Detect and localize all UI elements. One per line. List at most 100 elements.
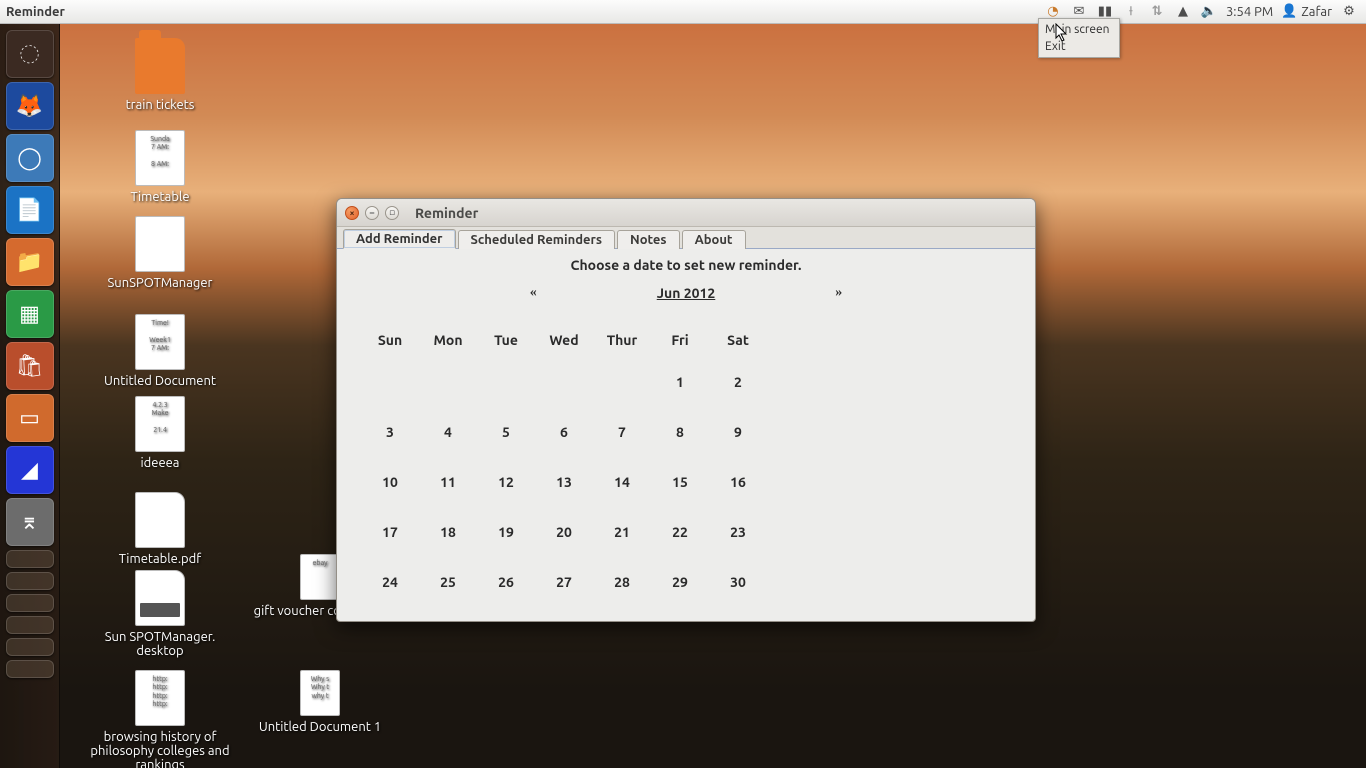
desktop-icon-untitled-doc[interactable]: Time!Week17 AM: Untitled Document (80, 314, 240, 388)
scanner-icon: ⌆ (20, 509, 38, 535)
calendar-day[interactable]: 17 (361, 507, 419, 557)
dow-tue: Tue (477, 323, 535, 357)
reminder-window: × – ▫ Reminder Add Reminder Scheduled Re… (336, 198, 1036, 622)
text-file-icon: Why sWhy twhy t (300, 670, 340, 716)
window-body: Choose a date to set new reminder. « Jun… (337, 249, 1035, 621)
tab-add-reminder[interactable]: Add Reminder (343, 229, 456, 249)
system-gear-icon[interactable]: ⚙ (1340, 3, 1358, 21)
wifi-icon[interactable]: ▲ (1174, 3, 1192, 21)
desktop-file-icon (135, 570, 185, 626)
calendar: SunMonTueWedThurFriSat 12345678910111213… (361, 323, 767, 607)
folder-icon (135, 38, 185, 94)
prompt-text: Choose a date to set new reminder. (355, 257, 1017, 273)
calendar-day[interactable]: 15 (651, 457, 709, 507)
calendar-day[interactable]: 3 (361, 407, 419, 457)
calendar-day[interactable]: 16 (709, 457, 767, 507)
calendar-day[interactable]: 1 (651, 357, 709, 407)
dow-sun: Sun (361, 323, 419, 357)
launcher-files[interactable]: 📁 (6, 238, 54, 286)
launcher-folded[interactable] (6, 638, 54, 656)
calendar-day[interactable]: 6 (535, 407, 593, 457)
calendar-day[interactable]: 7 (593, 407, 651, 457)
calendar-day[interactable]: 4 (419, 407, 477, 457)
user-menu[interactable]: 👤 Zafar (1281, 4, 1332, 19)
desktop-icon-timetable-pdf[interactable]: Timetable.pdf (80, 492, 240, 566)
chromium-icon: ◯ (17, 145, 42, 171)
window-close-button[interactable]: × (345, 206, 359, 220)
icon-label: Sun SPOTManager. desktop (80, 630, 240, 658)
launcher-impress[interactable]: ▭ (6, 394, 54, 442)
desktop-icon-timetable[interactable]: Sunda7 AM:8 AM: Timetable (80, 130, 240, 204)
launcher-calc[interactable]: ▦ (6, 290, 54, 338)
clock[interactable]: 3:54 PM (1226, 5, 1273, 19)
desktop-icon-ideeea[interactable]: 4.2.3Make21.4 ideeea (80, 396, 240, 470)
icon-label: browsing history of philosophy colleges … (80, 730, 240, 768)
next-month-button[interactable]: » (835, 285, 842, 301)
launcher-chromium[interactable]: ◯ (6, 134, 54, 182)
calendar-empty (419, 357, 477, 407)
dow-wed: Wed (535, 323, 593, 357)
launcher-folded[interactable] (6, 660, 54, 678)
calendar-day[interactable]: 23 (709, 507, 767, 557)
prev-month-button[interactable]: « (530, 285, 537, 301)
window-minimize-button[interactable]: – (365, 206, 379, 220)
calendar-day[interactable]: 18 (419, 507, 477, 557)
text-file-icon: Sunda7 AM:8 AM: (135, 130, 185, 186)
calendar-day[interactable]: 20 (535, 507, 593, 557)
window-maximize-button[interactable]: ▫ (385, 206, 399, 220)
menu-item-main-screen[interactable]: Main screen (1039, 21, 1119, 38)
calendar-day[interactable]: 10 (361, 457, 419, 507)
calendar-day[interactable]: 26 (477, 557, 535, 607)
calendar-day[interactable]: 25 (419, 557, 477, 607)
tabstrip: Add Reminder Scheduled Reminders Notes A… (337, 227, 1035, 249)
launcher-writer[interactable]: 📄 (6, 186, 54, 234)
calendar-day[interactable]: 9 (709, 407, 767, 457)
calendar-day[interactable]: 19 (477, 507, 535, 557)
user-name: Zafar (1301, 5, 1332, 19)
calendar-day[interactable]: 27 (535, 557, 593, 607)
user-icon: 👤 (1281, 4, 1297, 19)
launcher-folded[interactable] (6, 616, 54, 634)
desktop-icon-train-tickets[interactable]: train tickets (80, 38, 240, 112)
file-icon (135, 216, 185, 272)
calendar-day[interactable]: 28 (593, 557, 651, 607)
calendar-day[interactable]: 12 (477, 457, 535, 507)
calendar-day[interactable]: 29 (651, 557, 709, 607)
launcher-firefox[interactable]: 🦊 (6, 82, 54, 130)
menu-item-exit[interactable]: Exit (1039, 38, 1119, 55)
calendar-day[interactable]: 21 (593, 507, 651, 557)
desktop-icon-browsing-history[interactable]: http:http:http:http: browsing history of… (80, 670, 240, 768)
calendar-day[interactable]: 8 (651, 407, 709, 457)
window-titlebar[interactable]: × – ▫ Reminder (337, 199, 1035, 227)
calendar-day[interactable]: 11 (419, 457, 477, 507)
desktop-icon-untitled-doc-1[interactable]: Why sWhy twhy t Untitled Document 1 (240, 670, 400, 734)
calendar-day[interactable]: 14 (593, 457, 651, 507)
tab-scheduled[interactable]: Scheduled Reminders (458, 230, 616, 249)
text-file-icon: 4.2.3Make21.4 (135, 396, 185, 452)
tab-about[interactable]: About (682, 230, 746, 249)
network-icon[interactable]: ⇅ (1148, 3, 1166, 21)
launcher-folded[interactable] (6, 550, 54, 568)
launcher-folded[interactable] (6, 594, 54, 612)
calendar-day[interactable]: 24 (361, 557, 419, 607)
month-label[interactable]: Jun 2012 (657, 285, 716, 301)
calendar-day[interactable]: 2 (709, 357, 767, 407)
launcher-ide[interactable]: ◢ (6, 446, 54, 494)
launcher-scanner[interactable]: ⌆ (6, 498, 54, 546)
launcher-software[interactable]: 🛍 (6, 342, 54, 390)
bluetooth-icon[interactable]: ⟊ (1122, 3, 1140, 21)
desktop-icon-sunspot-desktop[interactable]: Sun SPOTManager. desktop (80, 570, 240, 658)
launcher-folded[interactable] (6, 572, 54, 590)
calendar-day[interactable]: 22 (651, 507, 709, 557)
tab-notes[interactable]: Notes (617, 230, 680, 249)
text-file-icon: http:http:http:http: (135, 670, 185, 726)
calendar-day[interactable]: 30 (709, 557, 767, 607)
writer-icon: 📄 (16, 197, 43, 223)
desktop-icon-sunspot[interactable]: SunSPOTManager (80, 216, 240, 290)
ide-icon: ◢ (21, 457, 38, 483)
calendar-day[interactable]: 5 (477, 407, 535, 457)
launcher-dash[interactable]: ◌ (6, 30, 54, 78)
dow-thu: Thur (593, 323, 651, 357)
volume-icon[interactable]: 🔈 (1200, 3, 1218, 21)
calendar-day[interactable]: 13 (535, 457, 593, 507)
